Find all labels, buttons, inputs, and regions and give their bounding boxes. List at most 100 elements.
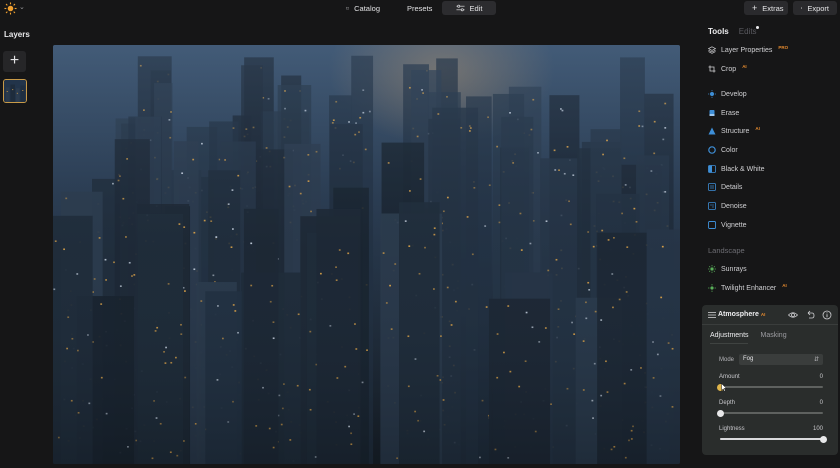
layer-thumbnail[interactable] (3, 79, 27, 103)
layers-icon (708, 46, 716, 54)
tool-color[interactable]: Color (708, 144, 738, 156)
app-logo-icon[interactable] (4, 2, 17, 15)
tab-presets[interactable]: Presets (392, 1, 440, 15)
top-bar: ⌄ Catalog Presets Edit + Extras Export (0, 0, 840, 17)
ai-badge: AI (782, 283, 787, 288)
amount-value: 0 (819, 374, 823, 380)
subtab-divider (710, 343, 748, 344)
chevron-updown-icon: ⇵ (813, 357, 819, 363)
depth-label: Depth (719, 400, 736, 406)
lightness-slider-knob[interactable] (819, 435, 827, 443)
atmosphere-card: Atmosphere AI Adjustments Masking Mode Fo… (702, 305, 838, 455)
undo-icon[interactable] (805, 310, 815, 320)
ai-badge: AI (760, 312, 766, 317)
export-button[interactable]: Export (793, 1, 837, 15)
tool-label: Details (721, 183, 743, 191)
pro-badge: PRO (778, 45, 789, 50)
lightness-label: Lightness (719, 426, 745, 432)
tool-label: Twilight Enhancer (721, 284, 777, 292)
subtab-adjustments[interactable]: Adjustments (710, 332, 749, 339)
ai-badge: AI (742, 64, 747, 69)
layers-title: Layers (4, 30, 30, 39)
mode-tabs: Catalog Presets Edit (336, 1, 496, 15)
sunrays-icon (708, 265, 716, 273)
eye-icon[interactable] (788, 310, 798, 320)
atmosphere-card-header[interactable]: Atmosphere AI (702, 305, 838, 325)
tab-tools[interactable]: Tools (708, 27, 729, 36)
amount-label: Amount (719, 374, 740, 380)
menu-lines-icon (708, 312, 716, 318)
mode-value: Fog (743, 356, 754, 362)
cityscape-photo (53, 45, 680, 464)
layer-thumbnail-image (4, 80, 26, 102)
tool-label: Crop (721, 65, 737, 73)
tool-label: Layer Properties (721, 46, 773, 54)
tool-label: Denoise (721, 202, 747, 210)
info-icon[interactable] (822, 310, 832, 320)
tool-label: Vignette (721, 221, 747, 229)
eraser-icon (709, 110, 715, 116)
atmosphere-title: Atmosphere AI (718, 311, 765, 318)
depth-value: 0 (819, 400, 823, 406)
tool-crop[interactable]: Crop AI (708, 63, 747, 75)
lightness-value: 100 (812, 426, 823, 432)
tool-label: Develop (721, 90, 747, 98)
tool-label: Erase (721, 109, 740, 117)
tool-denoise[interactable]: Denoise (708, 200, 747, 212)
tool-erase[interactable]: Erase (708, 107, 739, 119)
photo-canvas[interactable] (53, 45, 680, 464)
atmosphere-title-text: Atmosphere (718, 311, 759, 318)
landscape-group-label: Landscape (708, 246, 745, 255)
tab-edit-label: Edit (469, 3, 483, 13)
tool-label: Structure (721, 127, 750, 135)
color-icon (708, 146, 716, 154)
folder-icon (346, 7, 350, 10)
mode-select[interactable]: Fog ⇵ (739, 354, 823, 365)
tab-catalog[interactable]: Catalog (336, 1, 390, 15)
sliders-icon (455, 4, 465, 12)
tool-black-white[interactable]: Black & White (708, 163, 765, 175)
tab-edit[interactable]: Edit (442, 1, 496, 15)
add-layer-button[interactable]: + (3, 51, 26, 72)
lightness-slider-fill (720, 438, 823, 440)
tool-develop[interactable]: Develop (708, 88, 747, 100)
lightness-slider[interactable] (720, 435, 827, 443)
vignette-icon (708, 221, 716, 229)
tab-edits[interactable]: Edits (739, 27, 757, 36)
tool-details[interactable]: Details (708, 181, 742, 193)
edits-indicator-dot (756, 26, 759, 29)
tool-sunrays[interactable]: Sunrays (708, 263, 747, 275)
plus-icon: + (752, 2, 758, 13)
atmosphere-subtabs: Adjustments Masking (710, 332, 787, 339)
structure-icon (708, 127, 716, 135)
mode-label: Mode (719, 357, 735, 363)
panel-tabs: Tools Edits (708, 27, 757, 36)
card-actions (788, 310, 832, 320)
app-menu-chevron-icon[interactable]: ⌄ (19, 3, 25, 11)
mouse-cursor-icon (721, 383, 727, 392)
ai-badge: AI (755, 126, 760, 131)
subtab-masking[interactable]: Masking (761, 332, 787, 339)
extras-button[interactable]: + Extras (744, 1, 788, 15)
depth-slider[interactable] (716, 409, 823, 417)
tab-catalog-label: Catalog (354, 3, 380, 13)
tool-twilight-enhancer[interactable]: Twilight Enhancer AI (708, 282, 787, 294)
bw-icon (708, 165, 716, 173)
tool-structure[interactable]: Structure AI (708, 125, 760, 137)
extras-label: Extras (762, 3, 784, 13)
depth-slider-knob[interactable] (716, 409, 724, 417)
sun-icon (708, 90, 716, 98)
tab-presets-label: Presets (407, 3, 433, 13)
tool-layer-properties[interactable]: Layer Properties PRO (708, 44, 788, 56)
crop-icon (708, 65, 716, 73)
tool-label: Sunrays (721, 265, 747, 273)
plus-icon: + (9, 52, 20, 69)
export-label: Export (807, 3, 829, 13)
tool-label: Black & White (721, 165, 765, 173)
tool-label: Color (721, 146, 738, 154)
tool-vignette[interactable]: Vignette (708, 219, 747, 231)
amount-slider[interactable] (716, 383, 823, 391)
details-icon (708, 183, 716, 191)
denoise-icon (708, 202, 716, 210)
export-icon (801, 7, 803, 9)
